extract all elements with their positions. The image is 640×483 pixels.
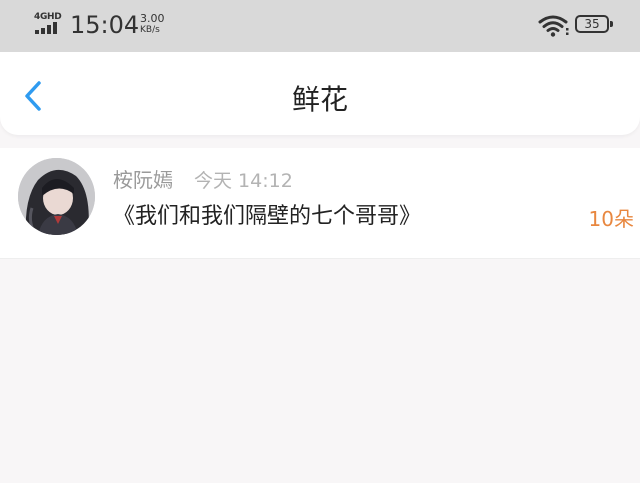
network-speed: 3.00 KB/s [140,13,180,36]
status-bar: 4GHD 15:04 3.00 KB/s 35 [0,0,640,52]
page-header: 鲜花 [0,52,640,135]
battery-level: 35 [575,15,609,33]
signal-icon [35,22,57,34]
username[interactable]: 桉阮嫣 [113,167,173,193]
network-speed-unit: KB/s [140,25,160,35]
avatar[interactable] [18,158,95,235]
network-type-label: 4GHD [34,12,62,22]
network-speed-value: 3.00 [140,12,165,25]
wifi-icon [538,15,569,37]
book-title[interactable]: 《我们和我们隔壁的七个哥哥》 [113,202,421,232]
list-item[interactable]: 桉阮嫣 今天 14:12 《我们和我们隔壁的七个哥哥》 10朵 [0,148,640,259]
battery-icon: 35 [575,15,615,35]
flower-count: 10朵 [588,207,634,231]
timestamp: 今天 14:12 [194,170,293,192]
user-avatar-image [18,158,95,235]
clock-time: 15:04 [70,11,140,39]
page-title: 鲜花 [291,83,348,116]
